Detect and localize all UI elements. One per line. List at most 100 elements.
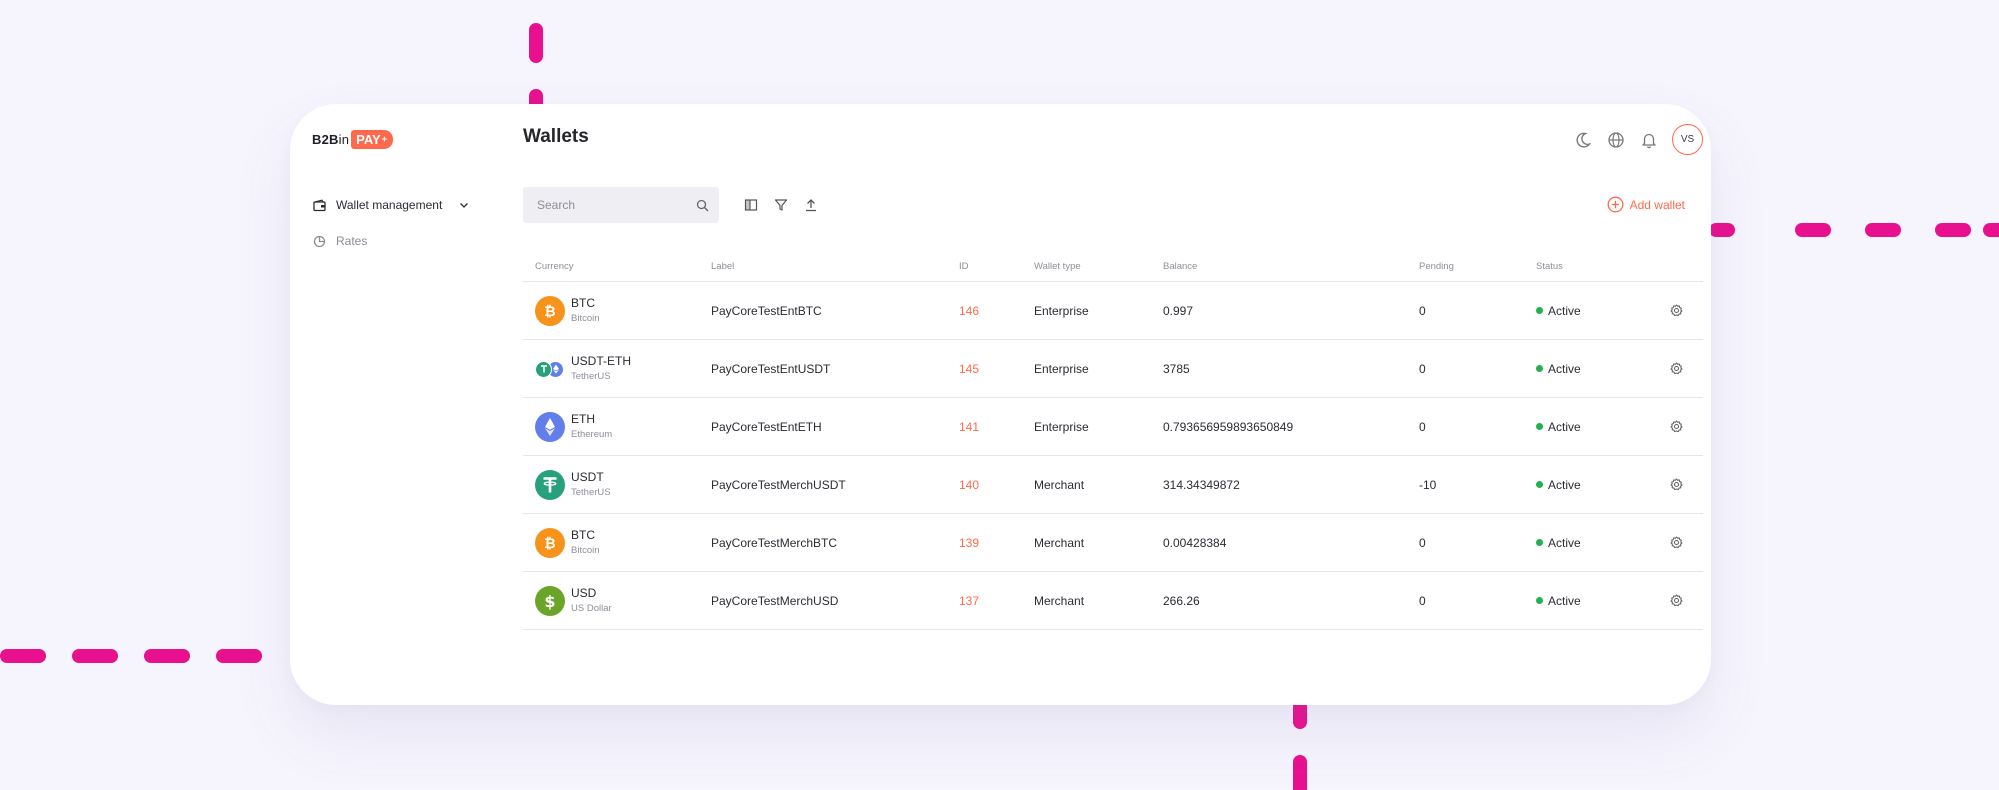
currency-cell: ₿ BTC Bitcoin	[523, 527, 711, 558]
add-wallet-label: Add wallet	[1629, 197, 1685, 212]
wallet-pending: 0	[1419, 361, 1426, 376]
wallets-table: Currency Label ID Wallet type Balance Pe…	[523, 252, 1703, 630]
b2binpay-logo[interactable]: B2Bin PAY +	[312, 128, 393, 150]
currency-name: Ethereum	[571, 428, 613, 440]
currency-code: USDT	[571, 469, 604, 484]
user-avatar[interactable]: VS	[1672, 124, 1703, 155]
export-icon[interactable]	[802, 196, 820, 214]
page-title: Wallets	[523, 126, 589, 147]
wallet-label: PayCoreTestEntBTC	[711, 303, 822, 318]
status-label: Active	[1548, 593, 1581, 608]
currency-cell: USDT-ETH TetherUS	[523, 354, 711, 384]
columns-icon[interactable]	[742, 196, 760, 214]
wallet-id[interactable]: 139	[959, 536, 1034, 550]
gear-icon	[1669, 304, 1683, 317]
status-badge: Active	[1536, 594, 1656, 608]
status-label: Active	[1548, 361, 1581, 376]
search-icon[interactable]	[696, 199, 709, 212]
wallet-icon	[312, 198, 326, 212]
status-dot	[1536, 539, 1543, 546]
table-row[interactable]: $ USD US Dollar PayCoreTestMerchUSD 137 …	[523, 572, 1703, 630]
status-dot	[1536, 597, 1543, 604]
search-box[interactable]	[523, 187, 719, 223]
wallet-balance: 3785	[1163, 361, 1190, 376]
currency-cell: $ USD US Dollar	[523, 585, 711, 616]
tether-icon	[535, 469, 565, 500]
sidebar-item-wallet-management[interactable]: Wallet management	[312, 198, 470, 212]
filter-icon[interactable]	[772, 196, 790, 214]
table-row[interactable]: ₿ BTC Bitcoin PayCoreTestEntBTC 146 Ente…	[523, 282, 1703, 340]
currency-cell: ETH Ethereum	[523, 411, 711, 442]
plus-circle-icon	[1607, 196, 1624, 213]
currency-name: TetherUS	[571, 370, 611, 382]
row-settings-button[interactable]	[1656, 362, 1696, 375]
svg-text:₿: ₿	[544, 536, 555, 552]
row-settings-button[interactable]	[1656, 478, 1696, 491]
sidebar-item-label: Wallet management	[336, 198, 443, 212]
wallet-label: PayCoreTestMerchUSD	[711, 593, 839, 608]
currency-cell: USDT TetherUS	[523, 469, 711, 500]
wallet-label: PayCoreTestMerchBTC	[711, 535, 838, 550]
bell-icon[interactable]	[1639, 130, 1659, 150]
wallet-id[interactable]: 137	[959, 594, 1034, 608]
search-input[interactable]	[537, 198, 696, 212]
column-header-balance[interactable]: Balance	[1163, 261, 1419, 272]
column-header-label[interactable]: Label	[711, 261, 959, 272]
status-dot	[1536, 365, 1543, 372]
row-settings-button[interactable]	[1656, 420, 1696, 433]
gear-icon	[1669, 478, 1683, 491]
wallet-balance: 0.00428384	[1163, 535, 1227, 550]
sidebar-item-rates[interactable]: Rates	[312, 234, 367, 248]
column-header-currency[interactable]: Currency	[523, 261, 711, 272]
gear-icon	[1669, 594, 1683, 607]
table-tools	[742, 196, 832, 214]
table-row[interactable]: ETH Ethereum PayCoreTestEntETH 141 Enter…	[523, 398, 1703, 456]
row-settings-button[interactable]	[1656, 594, 1696, 607]
row-settings-button[interactable]	[1656, 536, 1696, 549]
currency-code: BTC	[571, 295, 595, 310]
table-header: Currency Label ID Wallet type Balance Pe…	[523, 252, 1703, 282]
table-row[interactable]: USDT TetherUS PayCoreTestMerchUSDT 140 M…	[523, 456, 1703, 514]
column-header-id[interactable]: ID	[959, 261, 1034, 272]
moon-icon[interactable]	[1573, 130, 1593, 150]
ethereum-icon	[535, 411, 565, 442]
add-wallet-button[interactable]: Add wallet	[1607, 196, 1685, 213]
currency-name: Bitcoin	[571, 544, 600, 556]
wallet-label: PayCoreTestEntETH	[711, 419, 822, 434]
wallet-id[interactable]: 145	[959, 362, 1034, 376]
chevron-down-icon[interactable]	[458, 199, 470, 211]
wallet-type: Enterprise	[1034, 419, 1089, 434]
column-header-status[interactable]: Status	[1536, 261, 1656, 272]
table-row[interactable]: USDT-ETH TetherUS PayCoreTestEntUSDT 145…	[523, 340, 1703, 398]
wallets-panel: B2Bin PAY + Wallet management Rates Walle…	[290, 104, 1711, 705]
wallet-id[interactable]: 140	[959, 478, 1034, 492]
gear-icon	[1669, 420, 1683, 433]
currency-code: BTC	[571, 527, 595, 542]
status-dot	[1536, 307, 1543, 314]
wallet-id[interactable]: 141	[959, 420, 1034, 434]
svg-text:$: $	[544, 592, 555, 611]
column-header-wallet-type[interactable]: Wallet type	[1034, 261, 1163, 272]
wallet-balance: 0.793656959893650849	[1163, 419, 1294, 434]
status-label: Active	[1548, 477, 1581, 492]
currency-cell: ₿ BTC Bitcoin	[523, 295, 711, 326]
status-label: Active	[1548, 535, 1581, 550]
wallet-label: PayCoreTestEntUSDT	[711, 361, 831, 376]
currency-code: ETH	[571, 411, 595, 426]
dollar-icon: $	[535, 585, 565, 616]
currency-code: USDT-ETH	[571, 353, 631, 368]
gear-icon	[1669, 536, 1683, 549]
globe-icon[interactable]	[1606, 130, 1626, 150]
wallet-label: PayCoreTestMerchUSDT	[711, 477, 846, 492]
bitcoin-icon: ₿	[535, 527, 565, 558]
row-settings-button[interactable]	[1656, 304, 1696, 317]
status-badge: Active	[1536, 362, 1656, 376]
stage: B2Bin PAY + Wallet management Rates Walle…	[0, 0, 1999, 790]
status-badge: Active	[1536, 478, 1656, 492]
wallet-id[interactable]: 146	[959, 304, 1034, 318]
column-header-pending[interactable]: Pending	[1419, 261, 1536, 272]
status-label: Active	[1548, 419, 1581, 434]
wallet-type: Enterprise	[1034, 303, 1089, 318]
table-row[interactable]: ₿ BTC Bitcoin PayCoreTestMerchBTC 139 Me…	[523, 514, 1703, 572]
wallet-type: Merchant	[1034, 593, 1085, 608]
